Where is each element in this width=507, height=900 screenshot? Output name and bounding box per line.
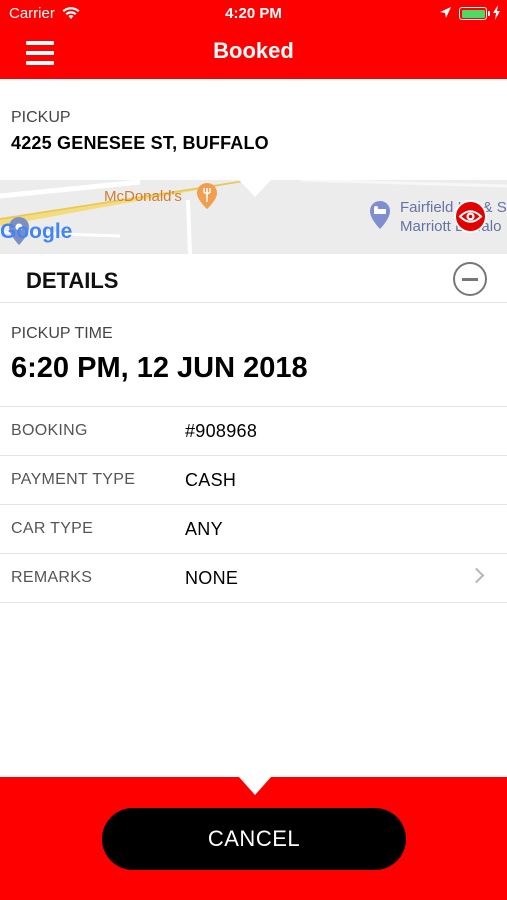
battery-icon	[459, 7, 487, 20]
google-logo-text: Google	[0, 220, 73, 243]
pickup-time-value: 6:20 PM, 12 JUN 2018	[11, 352, 308, 384]
pickup-section: PICKUP 4225 GENESEE ST, BUFFALO	[0, 79, 507, 180]
page-title: Booked	[213, 38, 294, 63]
remarks-value: NONE	[185, 568, 239, 588]
minus-circle-icon[interactable]	[453, 262, 487, 296]
pickup-time-section: PICKUP TIME 6:20 PM, 12 JUN 2018	[0, 304, 507, 407]
car-type-row: CAR TYPE ANY	[0, 505, 507, 554]
google-attribution: Google	[0, 220, 72, 244]
hamburger-menu-icon[interactable]	[26, 40, 56, 66]
booking-row: BOOKING #908968	[0, 407, 507, 456]
details-title: DETAILS	[26, 268, 119, 293]
battery-cap	[488, 11, 490, 16]
chevron-right-icon	[468, 567, 485, 584]
map-poi-label: McDonald's	[104, 188, 182, 205]
map-pointer-notch	[239, 180, 271, 197]
eye-icon[interactable]	[454, 200, 487, 233]
charging-bolt-icon	[493, 5, 500, 20]
booking-value: #908968	[185, 421, 258, 441]
payment-type-row: PAYMENT TYPE CASH	[0, 456, 507, 505]
pickup-label: PICKUP	[11, 109, 71, 126]
nav-bar: Booked	[0, 28, 507, 79]
hotel-pin-icon	[370, 201, 390, 229]
footer-pointer-notch	[239, 777, 271, 795]
payment-type-label: PAYMENT TYPE	[11, 471, 136, 488]
payment-type-value: CASH	[185, 470, 237, 490]
battery-level	[461, 9, 485, 18]
details-header: DETAILS	[0, 254, 507, 303]
restaurant-pin-icon	[197, 183, 217, 209]
car-type-label: CAR TYPE	[11, 520, 94, 537]
pickup-time-label: PICKUP TIME	[11, 325, 113, 342]
car-type-value: ANY	[185, 519, 223, 539]
remarks-label: REMARKS	[11, 569, 93, 586]
cancel-button[interactable]: CANCEL	[102, 808, 406, 870]
clock: 4:20 PM	[225, 5, 282, 22]
location-arrow-icon	[440, 7, 451, 18]
booking-label: BOOKING	[11, 422, 88, 439]
status-bar: Carrier 4:20 PM	[0, 0, 507, 28]
remarks-row[interactable]: REMARKS NONE	[0, 554, 507, 603]
pickup-address: 4225 GENESEE ST, BUFFALO	[11, 133, 269, 153]
